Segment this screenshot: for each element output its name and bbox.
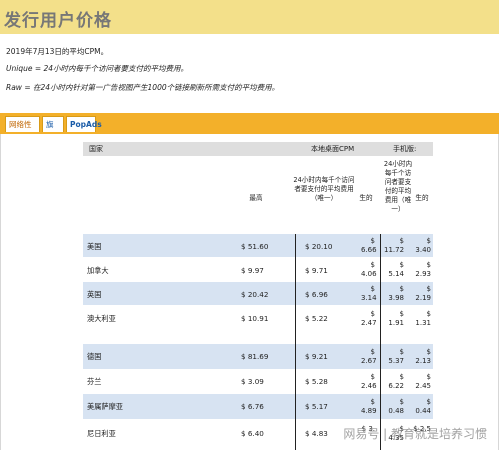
page-title: 发行用户价格 — [4, 11, 112, 31]
cell-raw-desktop: $ 4.06 — [361, 261, 377, 278]
cell-unique-desktop: $ 4.83 — [305, 429, 328, 438]
cell-country: 美属萨摩亚 — [87, 402, 123, 411]
cell-unique-mobile: $ 11.72 — [384, 237, 405, 254]
header-country: 国家 — [89, 145, 103, 153]
cell-highest: $ 9.97 — [241, 266, 264, 275]
tab-network[interactable]: 网络性 — [5, 116, 40, 132]
cell-raw-mobile: $ 3.40 — [415, 237, 431, 254]
cell-unique-desktop: $ 5.28 — [305, 377, 328, 386]
cell-highest: $ 6.76 — [241, 402, 264, 411]
cell-raw-mobile: $ 2.19 — [415, 285, 431, 302]
cell-unique-desktop: $ 6.96 — [305, 290, 328, 299]
title-bar: 发行用户价格 — [0, 0, 499, 34]
header-mobile: 手机版: — [393, 145, 417, 153]
cell-unique-mobile: $ 5.37 — [388, 348, 404, 365]
cell-unique-desktop: $ 5.22 — [305, 314, 328, 323]
cell-unique-mobile: $ 0.48 — [388, 398, 404, 415]
cell-country: 芬兰 — [87, 377, 102, 386]
unique-definition: Unique = 24小时内每千个访问者要支付的平均费用。 — [6, 64, 189, 73]
cell-unique-mobile: $ 1.91 — [388, 310, 404, 327]
cell-raw-mobile: $ 1.31 — [415, 310, 431, 327]
table-subheader: 最高 24小时内每千个访问者要支付的平均费用（唯一） 生的 24小时内每千个访问… — [83, 156, 433, 244]
table-header: 国家 本地桌面CPM 手机版: — [83, 142, 433, 156]
cell-unique-desktop: $ 20.10 — [305, 242, 333, 251]
cell-raw-desktop: $ 6.66 — [361, 237, 377, 254]
subheader-raw-mobile: 生的 — [415, 194, 429, 202]
cell-highest: $ 51.60 — [241, 242, 269, 251]
subheader-raw-desktop: 生的 — [359, 194, 373, 202]
cell-raw-desktop: $ 2.47 — [361, 310, 377, 327]
cell-country: 加拿大 — [87, 266, 109, 275]
cpm-table: 国家 本地桌面CPM 手机版: 最高 24小时内每千个访问者要支付的平均费用（唯… — [83, 142, 433, 450]
cell-country: 尼日利亚 — [87, 429, 116, 438]
raw-definition: Raw = 在24小时内针对第一广告视图产生1000个链接刷新所需支付的平均费用… — [6, 83, 280, 92]
cell-highest: $ 20.42 — [241, 290, 269, 299]
cell-raw-mobile: $ 2.13 — [415, 348, 431, 365]
watermark: 网易号 | 教育就是培养习惯 — [343, 427, 487, 441]
cell-unique-mobile: $ 5.14 — [388, 261, 404, 278]
cell-country: 澳大利亚 — [87, 314, 116, 323]
cell-raw-mobile: $ 2.93 — [415, 261, 431, 278]
tab-strip: 网络性 旗帜 PopAds — [0, 113, 499, 145]
subheader-unique-desktop: 24小时内每千个访问者要支付的平均费用（唯一） — [293, 176, 355, 202]
cell-unique-desktop: $ 9.21 — [305, 352, 328, 361]
column-divider — [295, 234, 296, 450]
cell-highest: $ 3.09 — [241, 377, 264, 386]
column-divider — [380, 234, 381, 450]
date-line: 2019年7月13日的平均CPM。 — [6, 47, 109, 56]
tab-popads[interactable]: PopAds — [66, 116, 102, 132]
cell-unique-mobile: $ 3.98 — [388, 285, 404, 302]
cell-raw-desktop: $ 3.14 — [361, 285, 377, 302]
subheader-unique-mobile: 24小时内每千个访问者要支付的平均费用（唯一） — [383, 160, 413, 213]
tab-banner[interactable]: 旗帜 — [42, 116, 64, 145]
cell-highest: $ 81.69 — [241, 352, 269, 361]
cell-raw-mobile: $ 2.45 — [415, 373, 431, 390]
cell-unique-mobile: $ 6.22 — [388, 373, 404, 390]
cell-country: 德国 — [87, 352, 102, 361]
cell-unique-desktop: $ 5.17 — [305, 402, 328, 411]
cell-raw-desktop: $ 2.46 — [361, 373, 377, 390]
cell-raw-desktop: $ 2.67 — [361, 348, 377, 365]
cell-highest: $ 6.40 — [241, 429, 264, 438]
cell-unique-desktop: $ 9.71 — [305, 266, 328, 275]
cell-raw-mobile: $ 0.44 — [415, 398, 431, 415]
cell-highest: $ 10.91 — [241, 314, 269, 323]
cell-country: 英国 — [87, 290, 102, 299]
subheader-highest: 最高 — [249, 194, 263, 202]
cell-raw-desktop: $ 4.89 — [361, 398, 377, 415]
cell-country: 美国 — [87, 242, 102, 251]
header-desktop: 本地桌面CPM — [311, 145, 355, 153]
